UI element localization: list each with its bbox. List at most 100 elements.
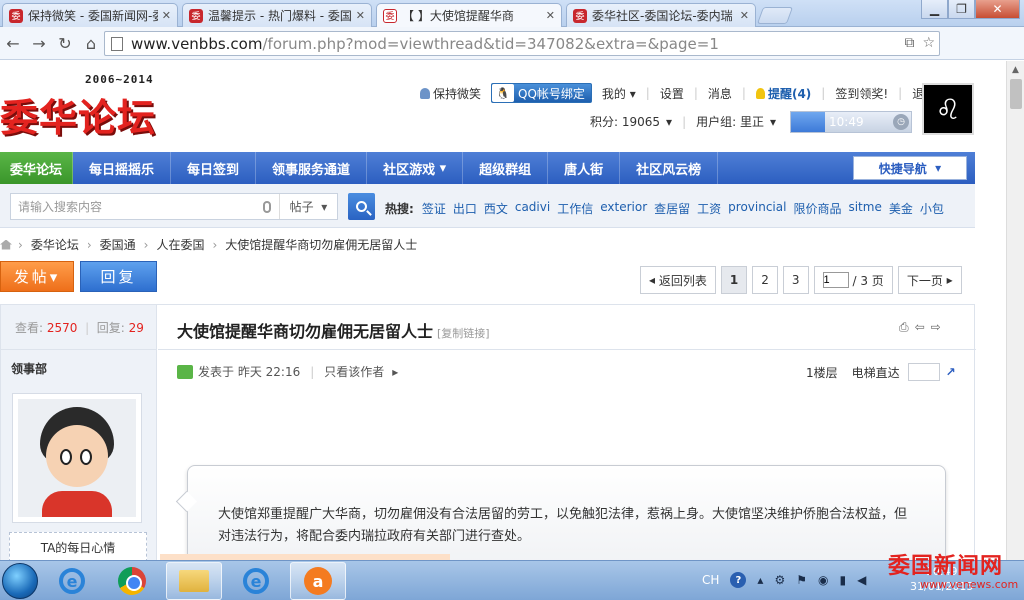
page-1-button[interactable]: 1 xyxy=(720,266,748,294)
search-button[interactable] xyxy=(348,193,375,220)
prev-thread-icon[interactable]: ⇦ xyxy=(915,320,925,335)
taskbar-ie[interactable]: e xyxy=(44,562,100,600)
floor-input[interactable] xyxy=(907,363,940,381)
new-tab-button[interactable] xyxy=(756,7,794,24)
go-icon[interactable]: ↗ xyxy=(946,365,956,379)
print-icon[interactable]: ⎙ xyxy=(899,320,909,335)
breadcrumb-item[interactable]: 委华论坛 xyxy=(31,236,79,253)
hot-word[interactable]: 西文 xyxy=(484,200,508,217)
nav-item-ranking[interactable]: 社区风云榜 xyxy=(620,152,719,184)
page-2-button[interactable]: 2 xyxy=(752,266,778,294)
next-page-button[interactable]: 下一页 ▸ xyxy=(897,266,962,294)
usergroup-link[interactable]: 用户组: 里正 xyxy=(696,113,764,130)
hot-word[interactable]: exterior xyxy=(600,200,647,217)
nav-item-home[interactable]: 委华论坛 xyxy=(0,152,74,184)
copy-link[interactable]: [复制链接] xyxy=(437,327,490,340)
remind-link[interactable]: 提醒(4) xyxy=(755,85,811,102)
url-host: www.venbbs.com xyxy=(131,34,263,53)
messages-link[interactable]: 消息 xyxy=(708,85,732,102)
help-icon[interactable]: ? xyxy=(730,572,747,588)
user-bar: 保持微笑 🐧 QQ帐号绑定 我的 ▾ | 设置 | 消息 | 提醒(4) | 签到… xyxy=(420,83,946,103)
hot-word[interactable]: 工作信 xyxy=(557,200,593,217)
breadcrumb-item[interactable]: 人在委国 xyxy=(156,236,204,253)
hot-word[interactable]: 限价商品 xyxy=(793,200,841,217)
author-avatar[interactable] xyxy=(12,393,142,523)
forward-icon[interactable]: → xyxy=(26,34,52,53)
restore-icon[interactable]: ❐ xyxy=(948,0,975,19)
only-author-link[interactable]: 只看该作者 xyxy=(324,363,384,380)
mic-icon[interactable] xyxy=(263,200,271,213)
minimize-icon[interactable]: ▁ xyxy=(921,0,948,19)
breadcrumb: › 委华论坛 › 委国通 › 人在委国 › 大使馆提醒华商切勿雇佣无居留人士 xyxy=(0,236,417,253)
taskbar-chrome[interactable] xyxy=(104,562,160,600)
address-bar[interactable]: www.venbbs.com/forum.php?mod=viewthread&… xyxy=(104,31,940,56)
hot-word[interactable]: cadivi xyxy=(515,200,550,217)
nav-item-groups[interactable]: 超级群组 xyxy=(463,152,549,184)
close-icon[interactable]: ✕ xyxy=(546,9,555,22)
settings-link[interactable]: 设置 xyxy=(660,85,684,102)
page-input[interactable] xyxy=(822,272,849,288)
thread-stats: 查看: 2570 | 回复: 29 xyxy=(15,321,144,335)
new-post-button[interactable]: 发帖 ▾ xyxy=(0,261,74,292)
nav-item-games[interactable]: 社区游戏 ▾ xyxy=(367,152,464,184)
nav-item-chinatown[interactable]: 唐人街 xyxy=(548,152,621,184)
language-indicator[interactable]: CH xyxy=(702,573,719,587)
hot-word[interactable]: 小包 xyxy=(920,200,944,217)
back-icon[interactable]: ← xyxy=(0,34,26,53)
tray-expand-icon[interactable]: ▴ xyxy=(757,573,763,587)
hot-word[interactable]: 美金 xyxy=(889,200,913,217)
clock-widget: 10:49 ◷ xyxy=(790,111,912,133)
start-button[interactable] xyxy=(2,563,38,599)
hot-word[interactable]: 签证 xyxy=(422,200,446,217)
points-link[interactable]: 积分: 19065 xyxy=(590,113,660,130)
flag-icon[interactable]: ⚑ xyxy=(796,573,807,587)
home-icon[interactable] xyxy=(0,239,12,250)
hot-word[interactable]: 出口 xyxy=(453,200,477,217)
reload-icon[interactable]: ↻ xyxy=(52,34,78,53)
taskbar-explorer[interactable] xyxy=(166,562,222,600)
network-icon[interactable]: ▮ xyxy=(839,573,846,587)
close-icon[interactable]: ✕ xyxy=(162,9,171,22)
scroll-thumb[interactable] xyxy=(1010,79,1022,109)
bookmark-star-icon[interactable]: ☆ xyxy=(922,35,935,51)
quick-nav-button[interactable]: 快捷导航 ▾ xyxy=(853,156,967,180)
user-avatar[interactable]: ♌ xyxy=(922,83,974,135)
settings-icon[interactable]: ⚙ xyxy=(774,573,785,587)
breadcrumb-item[interactable]: 委国通 xyxy=(100,236,136,253)
browser-tab[interactable]: 委 委华社区-委国论坛-委内瑞 ✕ xyxy=(566,3,756,27)
page-scrollbar[interactable]: ▲ xyxy=(1006,61,1024,560)
nav-item-consulate[interactable]: 领事服务通道 xyxy=(256,152,368,184)
home-button-icon[interactable]: ⌂ xyxy=(78,34,104,53)
close-icon[interactable]: ✕ xyxy=(356,9,365,22)
close-icon[interactable]: ✕ xyxy=(740,9,749,22)
username-link[interactable]: 保持微笑 xyxy=(420,85,481,102)
browser-tab[interactable]: 委 保持微笑 - 委国新闻网-委 ✕ xyxy=(2,3,178,27)
hot-word[interactable]: 查居留 xyxy=(654,200,690,217)
qq-bind-button[interactable]: 🐧 QQ帐号绑定 xyxy=(491,83,592,103)
nav-item-lottery[interactable]: 每日摇摇乐 xyxy=(73,152,172,184)
nav-item-checkin[interactable]: 每日签到 xyxy=(171,152,257,184)
search-input[interactable]: 请输入搜索内容 xyxy=(11,198,263,215)
taskbar-avast[interactable]: a xyxy=(290,562,346,600)
browser-tab[interactable]: 委 温馨提示 - 热门爆料 - 委国 ✕ xyxy=(182,3,372,27)
author-name[interactable]: 领事部 xyxy=(11,360,47,377)
next-thread-icon[interactable]: ⇨ xyxy=(931,320,941,335)
hot-word[interactable]: sitme xyxy=(848,200,881,217)
browser-tab-active[interactable]: 委 【 】大使馆提醒华商 ✕ xyxy=(376,3,562,27)
taskbar-ie2[interactable]: e xyxy=(228,562,284,600)
avast-tray-icon[interactable]: ◉ xyxy=(818,573,828,587)
chrome-icon xyxy=(118,567,146,595)
volume-icon[interactable]: ◀ xyxy=(857,573,866,587)
back-to-list-button[interactable]: ◂ 返回列表 xyxy=(640,266,716,294)
search-type-select[interactable]: 帖子 ▾ xyxy=(279,194,337,219)
my-menu[interactable]: 我的 ▾ xyxy=(602,85,636,102)
reply-button[interactable]: 回复 xyxy=(80,261,157,292)
hot-word[interactable]: provincial xyxy=(728,200,786,217)
scroll-up-icon[interactable]: ▲ xyxy=(1012,65,1019,75)
signin-link[interactable]: 签到领奖! xyxy=(835,85,888,102)
hot-word[interactable]: 工资 xyxy=(697,200,721,217)
translate-icon[interactable]: ⧉ xyxy=(904,35,914,51)
window-close-icon[interactable]: ✕ xyxy=(975,0,1020,19)
page-3-button[interactable]: 3 xyxy=(782,266,809,294)
site-logo[interactable]: 2006~2014 委华论坛 xyxy=(0,73,185,140)
